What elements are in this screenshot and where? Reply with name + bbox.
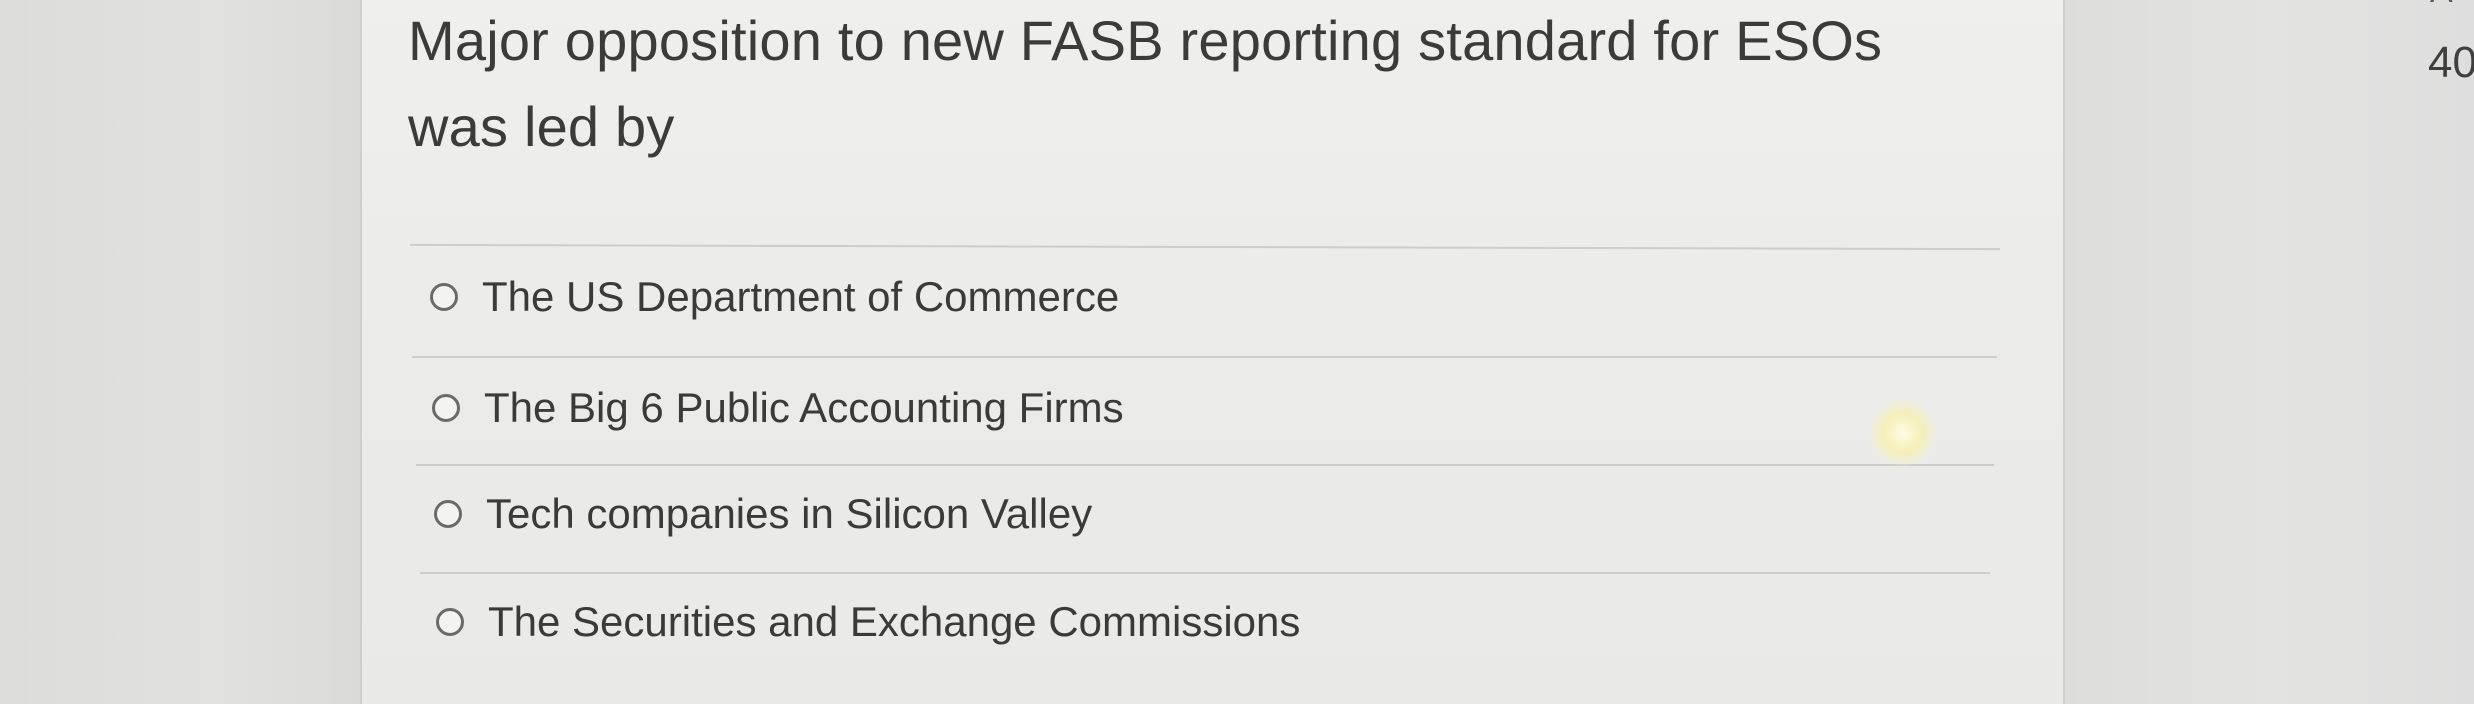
side-panel-number: 40 <box>2428 38 2474 87</box>
answer-option-2[interactable]: The Big 6 Public Accounting Firms <box>432 368 1124 448</box>
option-divider <box>412 356 1997 358</box>
answer-option-3[interactable]: Tech companies in Silicon Valley <box>434 474 1092 554</box>
screen-glare <box>1870 400 1936 466</box>
answer-option-4[interactable]: The Securities and Exchange Commissions <box>436 582 1300 662</box>
right-margin <box>2065 0 2474 704</box>
radio-button-1[interactable] <box>430 283 458 311</box>
answer-option-1[interactable]: The US Department of Commerce <box>430 257 1119 337</box>
option-divider <box>416 464 1994 466</box>
radio-button-2[interactable] <box>432 394 460 422</box>
answer-option-label-4: The Securities and Exchange Commissions <box>488 598 1301 645</box>
radio-button-3[interactable] <box>434 500 462 528</box>
question-card: Major opposition to new FASB reporting s… <box>360 0 2065 704</box>
answer-option-label-1: The US Department of Commerce <box>482 273 1120 320</box>
question-divider <box>410 243 2000 251</box>
option-divider <box>420 572 1990 574</box>
answer-option-label-3: Tech companies in Silicon Valley <box>486 490 1093 537</box>
question-line-2: was led by <box>408 95 675 158</box>
left-margin <box>0 0 360 704</box>
question-text: Major opposition to new FASB reporting s… <box>408 0 1968 170</box>
radio-button-4[interactable] <box>436 608 464 636</box>
question-line-1: Major opposition to new FASB reporting s… <box>408 9 1883 72</box>
side-panel-cut-text: A <box>2430 0 2453 11</box>
answer-option-label-2: The Big 6 Public Accounting Firms <box>484 384 1124 431</box>
